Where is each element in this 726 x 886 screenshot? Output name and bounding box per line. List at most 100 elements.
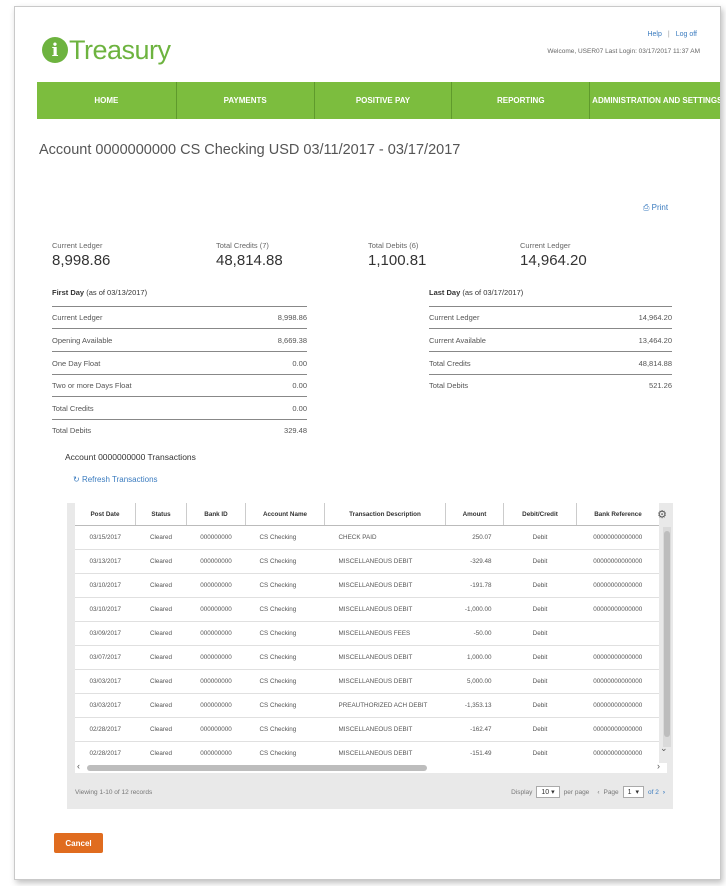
col-bank-id[interactable]: Bank ID [186,503,246,526]
logo-i-icon: i [42,37,68,63]
table-row[interactable]: 03/03/2017 Cleared 000000000 CS Checking MIS… [75,669,659,694]
per-page-select[interactable]: 10 ▾ [536,786,560,798]
logoff-link[interactable]: Log off [676,31,697,38]
table-row[interactable]: 02/28/2017 Cleared 000000000 CS Checking MIS… [75,717,659,742]
horizontal-scroll-thumb[interactable] [87,765,427,771]
table-cell: PREAUTHORIZED ACH DEBIT [324,693,446,718]
table-cell: MISCELLANEOUS DEBIT [324,573,446,598]
table-cell: Debit [503,525,577,550]
refresh-icon: ↻ [73,475,80,484]
table-cell: 000000000 [186,573,246,598]
table-cell: MISCELLANEOUS DEBIT [324,741,446,766]
table-cell: Cleared [135,573,187,598]
table-cell: CS Checking [245,549,325,574]
table-cell: 00000000000000 [576,717,659,742]
col-transaction-description[interactable]: Transaction Description [324,503,446,526]
help-link[interactable]: Help [647,31,661,38]
table-cell: CS Checking [245,573,325,598]
refresh-transactions-button[interactable]: ↻ Refresh Transactions [73,475,158,484]
table-cell: Debit [503,693,577,718]
table-row[interactable]: 03/10/2017 Cleared 000000000 CS Checking MIS… [75,573,659,598]
scroll-left-icon[interactable]: ‹ [77,761,80,771]
refresh-label: Refresh Transactions [81,475,158,484]
page-label: Page [603,788,619,796]
table-cell: 03/07/2017 [75,645,136,670]
col-post-date[interactable]: Post Date [75,503,136,526]
cancel-button[interactable]: Cancel [54,833,103,853]
stat-total-credits: Total Credits (7) 48,814.88 [216,241,283,269]
prev-page-icon[interactable]: ‹ [597,789,599,796]
of-pages-text: of 2 [647,788,659,796]
table-row[interactable]: 03/07/2017 Cleared 000000000 CS Checking MIS… [75,645,659,670]
table-cell: CS Checking [245,717,325,742]
table-row[interactable]: 02/28/2017 Cleared 000000000 CS Checking MIS… [75,741,659,766]
col-debit-credit[interactable]: Debit/Credit [503,503,577,526]
table-cell: Debit [503,573,577,598]
nav-payments[interactable]: PAYMENTS [177,82,315,119]
table-cell: MISCELLANEOUS DEBIT [324,597,446,622]
table-row[interactable]: 03/13/2017 Cleared 000000000 CS Checking MIS… [75,549,659,574]
display-label: Display [511,788,533,796]
stat-total-debits: Total Debits (6) 1,100.81 [368,241,426,269]
table-cell: 000000000 [186,549,246,574]
table-row[interactable]: 03/09/2017 Cleared 000000000 CS Checking MIS… [75,621,659,646]
table-cell: 000000000 [186,717,246,742]
scroll-right-icon[interactable]: › [657,761,660,771]
table-cell: -50.00 [445,621,504,646]
table-cell: Debit [503,597,577,622]
table-cell: 000000000 [186,669,246,694]
viewing-records-text: Viewing 1-10 of 12 records [75,789,153,796]
table-header-row: Post Date Status Bank ID Account Name Tr… [75,503,659,526]
table-cell: CS Checking [245,693,325,718]
col-status[interactable]: Status [135,503,187,526]
table-cell: 5,000.00 [445,669,504,694]
stat-value: 8,998.86 [52,252,111,269]
nav-home[interactable]: HOME [37,82,177,119]
table-row[interactable]: 03/10/2017 Cleared 000000000 CS Checking MIS… [75,597,659,622]
first-day-row: Two or more Days Float 0.00 [52,374,307,397]
table-cell: 000000000 [186,693,246,718]
nav-administration[interactable]: ADMINISTRATION AND SETTINGS [590,82,720,119]
table-cell: 00000000000000 [576,573,659,598]
nav-positive-pay[interactable]: POSITIVE PAY [315,82,453,119]
stat-current-ledger-last: Current Ledger 14,964.20 [520,241,587,269]
table-row[interactable]: 03/03/2017 Cleared 000000000 CS Checking PRE… [75,693,659,718]
col-amount[interactable]: Amount [445,503,504,526]
table-cell: 03/03/2017 [75,669,136,694]
last-day-row: Current Ledger 14,964.20 [429,306,672,329]
vertical-scroll-thumb[interactable] [664,531,670,737]
table-cell: -191.78 [445,573,504,598]
itreasury-logo[interactable]: i Treasury [42,33,171,67]
pagination: Display 10 ▾ per page ‹ Page 1 ▾ of 2 › [511,786,665,798]
table-cell: Cleared [135,717,187,742]
next-page-icon[interactable]: › [663,789,665,796]
table-cell: Debit [503,549,577,574]
table-cell: 03/10/2017 [75,573,136,598]
table-cell: MISCELLANEOUS DEBIT [324,645,446,670]
stat-label: Total Credits (7) [216,241,269,250]
print-button[interactable]: ⎙ Print [643,203,668,213]
table-cell: CS Checking [245,621,325,646]
table-row[interactable]: 03/15/2017 Cleared 000000000 CS Checking CHE… [75,525,659,550]
gear-icon[interactable]: ⚙ [655,508,669,522]
table-cell: 03/15/2017 [75,525,136,550]
table-cell: CHECK PAID [324,525,446,550]
table-cell: 1,000.00 [445,645,504,670]
table-cell: MISCELLANEOUS FEES [324,621,446,646]
col-account-name[interactable]: Account Name [245,503,325,526]
welcome-text: Welcome, USER07 Last Login: 03/17/2017 1… [547,48,700,55]
table-cell: 00000000000000 [576,597,659,622]
table-cell: 000000000 [186,597,246,622]
nav-reporting[interactable]: REPORTING [452,82,591,119]
link-separator: | [667,31,670,38]
table-cell: -329.48 [445,549,504,574]
chevron-down-icon[interactable]: ⌄ [660,743,668,754]
table-cell: 00000000000000 [576,525,659,550]
page-title: Account 0000000000 CS Checking USD 03/11… [39,142,461,158]
page-select[interactable]: 1 ▾ [622,786,644,798]
table-cell: 00000000000000 [576,645,659,670]
first-day-row: Total Credits 0.00 [52,397,307,420]
table-cell: 02/28/2017 [75,741,136,766]
col-bank-reference[interactable]: Bank Reference [576,503,659,526]
table-cell: -1,353.13 [445,693,504,718]
